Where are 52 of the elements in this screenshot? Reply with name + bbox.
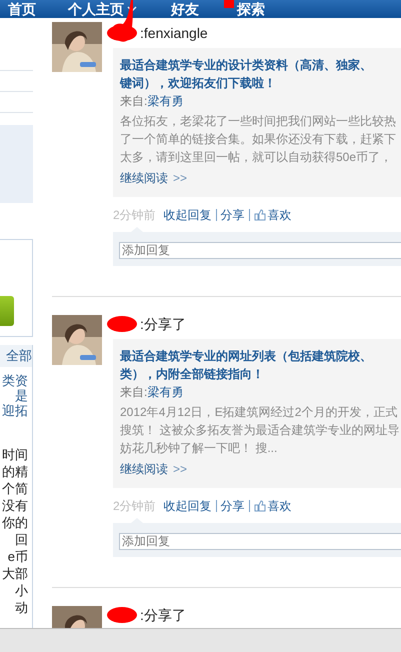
sidebar-button[interactable] [0, 296, 14, 326]
post-excerpt: 搜筑！ 这被众多拓友誉为最适合建筑学专业的网址导 [120, 422, 400, 439]
timestamp: 2分钟前 [113, 207, 156, 224]
sidebar-text: 你的 [1, 514, 28, 531]
post-title[interactable]: 最适合建筑学专业的设计类资料（高清、独家、 [120, 56, 401, 74]
post-excerpt: 2012年4月12日，E拓建筑网经过2个月的开发，正式 [120, 404, 398, 421]
nav-link[interactable]: 首页 [8, 0, 36, 18]
sidebar-header: 全部 [0, 345, 32, 367]
sidebar-text: 大部 [1, 565, 28, 582]
author-link[interactable]: 梁有勇 [147, 383, 184, 401]
share-action-text: :分享了 [140, 606, 186, 624]
post-title[interactable]: 键词），欢迎拓友们下载啦！ [120, 74, 401, 92]
share-action-text: :fenxiangle [140, 24, 208, 43]
sidebar-text: 个简 [1, 480, 28, 497]
author-link[interactable]: 梁有勇 [147, 92, 184, 110]
source-label: 来自: [120, 384, 148, 401]
thumbs-up-icon [254, 500, 266, 512]
action-link[interactable]: 喜欢 [254, 206, 292, 224]
post-title[interactable]: 最适合建筑学专业的网址列表（包括建筑院校、 [120, 347, 401, 365]
sidebar-text: 动 [14, 599, 28, 616]
action-link[interactable]: 喜欢 [254, 497, 292, 515]
share-action-text: :分享了 [140, 314, 186, 334]
sidebar-text: 的精 [1, 463, 28, 480]
sidebar-text: 时间 [1, 446, 28, 463]
sidebar-text: 回 [14, 531, 28, 548]
redaction-mark [107, 607, 137, 623]
sidebar-text: 小 [14, 582, 28, 599]
post-excerpt: 妨花几秒钟了解一下吧！ 搜... [120, 440, 278, 457]
post-title[interactable]: 类），内附全部链接指向！ [120, 365, 401, 383]
reply-field[interactable]: 添加回复 [119, 242, 401, 258]
action-link[interactable]: 收起回复 [164, 206, 212, 224]
post-excerpt: 各位拓友，老梁花了一些时间把我们网站一些比较热 [120, 113, 397, 130]
post-excerpt: 了一个简单的链接合集。如果你还没有下载，赶紧下 [120, 131, 397, 148]
sidebar-link[interactable]: 迎拓 [0, 403, 28, 418]
reply-field[interactable]: 添加回复 [119, 532, 401, 550]
nav-link[interactable]: 探索 [237, 0, 265, 18]
redaction-mark [107, 316, 137, 332]
nav-link[interactable]: 好友 [171, 0, 199, 18]
read-more-link[interactable]: 继续阅读 [120, 460, 168, 478]
read-more-link[interactable]: 继续阅读 [120, 169, 168, 187]
action-link[interactable]: 分享 [220, 497, 245, 515]
action-link[interactable]: 分享 [220, 206, 245, 224]
sidebar-link[interactable]: 是 [0, 388, 28, 403]
timestamp: 2分钟前 [113, 498, 156, 515]
thumbs-up-icon [254, 209, 266, 221]
sidebar-link[interactable]: 类资 [0, 373, 28, 388]
action-link[interactable]: 收起回复 [164, 497, 212, 515]
sidebar-text: 没有 [1, 497, 28, 514]
post-excerpt: 太多，请到这里回一帖，就可以自动获得50e币了， [120, 149, 394, 166]
source-label: 来自: [120, 93, 148, 110]
redaction-mark [224, 0, 234, 8]
sidebar-text: e币 [6, 548, 28, 565]
